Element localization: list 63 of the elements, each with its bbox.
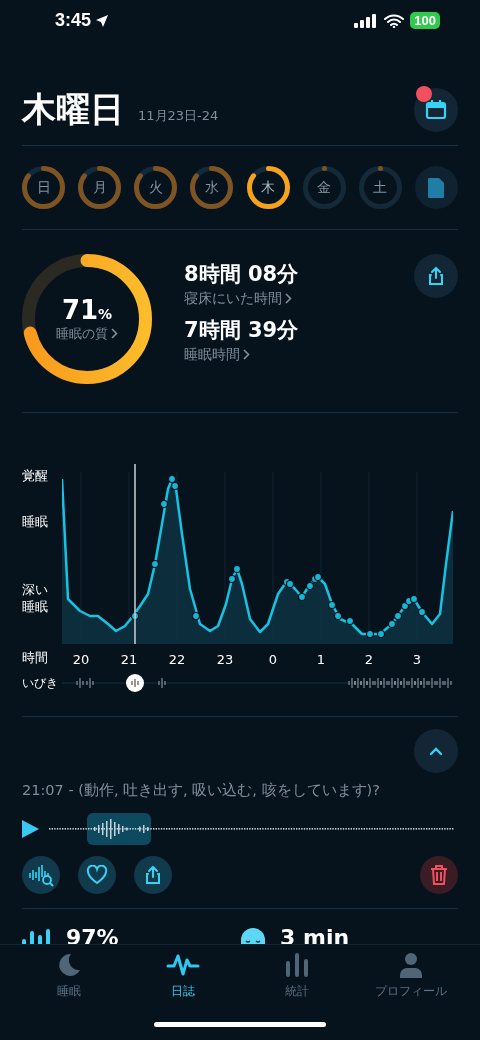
chevron-icon <box>111 328 118 340</box>
tab[interactable]: プロフィール <box>356 951 466 1000</box>
stat-value: 3 min <box>280 926 350 944</box>
day-title: 木曜日 <box>22 88 124 132</box>
duration-value: 8時間 08分 <box>184 261 299 286</box>
duration-link[interactable]: 睡眠時間 <box>184 345 382 364</box>
axis-label: 睡眠 <box>22 514 49 532</box>
share-button[interactable] <box>134 856 172 894</box>
day-button[interactable]: 土 <box>358 166 402 209</box>
share-button[interactable] <box>414 253 458 298</box>
signal-icon <box>354 13 379 28</box>
day-button[interactable]: 金 <box>302 166 346 209</box>
axis-label: 深い睡眠 <box>22 582 49 617</box>
day-button[interactable]: 水 <box>190 166 234 209</box>
day-button[interactable]: 日 <box>22 166 65 209</box>
axis-label: 1 <box>316 652 326 668</box>
axis-label: 時間 <box>22 649 49 668</box>
quality-link[interactable]: 睡眠の質 <box>56 324 118 343</box>
heart-icon <box>86 865 108 885</box>
axis-label: 覚醒 <box>22 468 49 486</box>
axis-label: 22 <box>168 652 186 668</box>
favorite-button[interactable] <box>78 856 116 894</box>
quality-score: 71% <box>61 294 113 325</box>
stat-value: 97% <box>66 926 119 944</box>
day-button[interactable]: 月 <box>78 166 122 209</box>
location-arrow-icon <box>95 13 110 28</box>
axis-label: 2 <box>364 652 374 668</box>
chevron-icon <box>285 293 292 305</box>
calendar-button[interactable] <box>414 88 458 133</box>
tab[interactable]: 日誌 <box>128 951 238 1000</box>
report-button[interactable] <box>415 166 458 209</box>
day-button[interactable]: 火 <box>134 166 178 209</box>
bar-chart-icon <box>284 951 310 979</box>
tab[interactable]: 睡眠 <box>14 951 124 1000</box>
battery-indicator: 100 <box>410 12 440 30</box>
play-icon[interactable] <box>22 820 39 838</box>
share-icon <box>426 265 446 286</box>
axis-label: 21 <box>120 652 138 668</box>
bar-chart-icon <box>22 926 52 944</box>
axis-label: 23 <box>216 652 234 668</box>
axis-label: 3 <box>412 652 422 668</box>
axis-label: 20 <box>72 652 90 668</box>
delete-button[interactable] <box>420 856 458 894</box>
analyze-button[interactable] <box>22 856 60 894</box>
duration-link[interactable]: 寝床にいた時間 <box>184 289 382 308</box>
day-button[interactable]: 木 <box>246 166 290 209</box>
share-icon <box>143 865 163 885</box>
status-time: 3:45 <box>55 10 92 32</box>
person-icon <box>397 951 425 979</box>
wifi-icon <box>384 13 405 28</box>
chevron-icon <box>429 746 443 756</box>
axis-label: 0 <box>268 652 278 668</box>
duration-value: 7時間 39分 <box>184 317 299 342</box>
date-range: 11月23日-24 <box>138 107 219 126</box>
calendar-icon <box>425 99 447 122</box>
trash-icon <box>430 864 448 886</box>
recording-caption: 21:07 - (動作, 吐き出す, 吸い込む, 咳をしています)? <box>22 781 381 800</box>
document-icon <box>427 176 446 199</box>
tab[interactable]: 統計 <box>242 951 352 1000</box>
waveform-search-icon <box>27 862 55 888</box>
audio-waveform[interactable] <box>49 812 454 846</box>
axis-label: いびき <box>22 674 59 692</box>
chevron-icon <box>243 349 250 361</box>
